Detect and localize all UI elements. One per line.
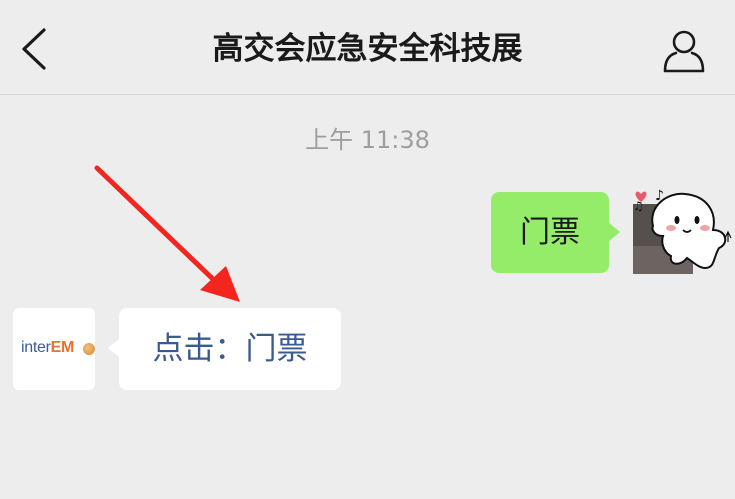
red-arrow-annotation — [94, 165, 240, 302]
